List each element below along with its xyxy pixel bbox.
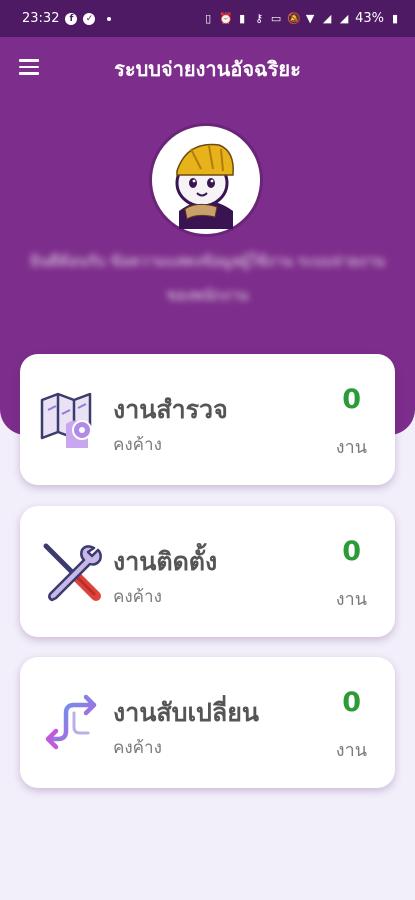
phone-icon: ▮ — [239, 11, 246, 25]
mute-icon: 🔕 — [287, 11, 301, 25]
app-bar: ระบบจ่ายงานอัจฉริยะ — [0, 37, 415, 97]
card-subtitle: คงค้าง — [113, 738, 162, 758]
alarm-icon: ⏰ — [219, 11, 233, 25]
card-title: งานสับเปลี่ยน — [113, 698, 259, 727]
battery-icon: ▮ — [391, 11, 399, 25]
status-bar: 23:32 f ✓ ▯ ⏰ ▮ ⚷ ▭ 🔕 ▼ ◢ ◢ 43% ▮ — [0, 0, 415, 37]
pending-count: 0 — [342, 687, 361, 718]
swap-card[interactable]: งานสับเปลี่ยน คงค้าง 0 งาน — [20, 657, 395, 788]
install-tools-icon — [38, 538, 104, 604]
key-icon: ⚷ — [255, 11, 264, 25]
messenger-icon: ✓ — [83, 12, 96, 25]
wifi-icon: ▼ — [305, 11, 315, 25]
swap-arrows-icon — [38, 689, 104, 755]
nfc-icon: ▭ — [270, 11, 282, 25]
card-subtitle: คงค้าง — [113, 435, 162, 455]
battery-percent: 43% — [355, 11, 384, 26]
notification-dot-icon — [107, 16, 112, 21]
survey-card[interactable]: งานสำรวจ คงค้าง 0 งาน — [20, 354, 395, 485]
card-title: งานสำรวจ — [113, 395, 228, 424]
pending-count: 0 — [342, 384, 361, 415]
count-unit: งาน — [335, 437, 367, 458]
card-title: งานติดตั้ง — [113, 547, 218, 576]
signal-2-icon: ◢ — [339, 11, 349, 25]
install-card[interactable]: งานติดตั้ง คงค้าง 0 งาน — [20, 506, 395, 637]
pending-count: 0 — [342, 536, 361, 567]
count-unit: งาน — [335, 589, 367, 610]
facebook-icon: f — [65, 12, 78, 25]
mascot-image — [157, 131, 255, 229]
status-time: 23:32 — [22, 11, 60, 26]
signal-icon: ◢ — [322, 11, 332, 25]
avatar — [152, 126, 260, 234]
vibrate-icon: ▯ — [205, 11, 212, 25]
survey-map-icon — [38, 386, 104, 452]
card-subtitle: คงค้าง — [113, 587, 162, 607]
count-unit: งาน — [335, 740, 367, 761]
welcome-text: ยินดีต้อนรับ ข้อความแสดงข้อมูลผู้ใช้งาน … — [30, 252, 385, 304]
page-title: ระบบจ่ายงานอัจฉริยะ — [114, 59, 301, 81]
